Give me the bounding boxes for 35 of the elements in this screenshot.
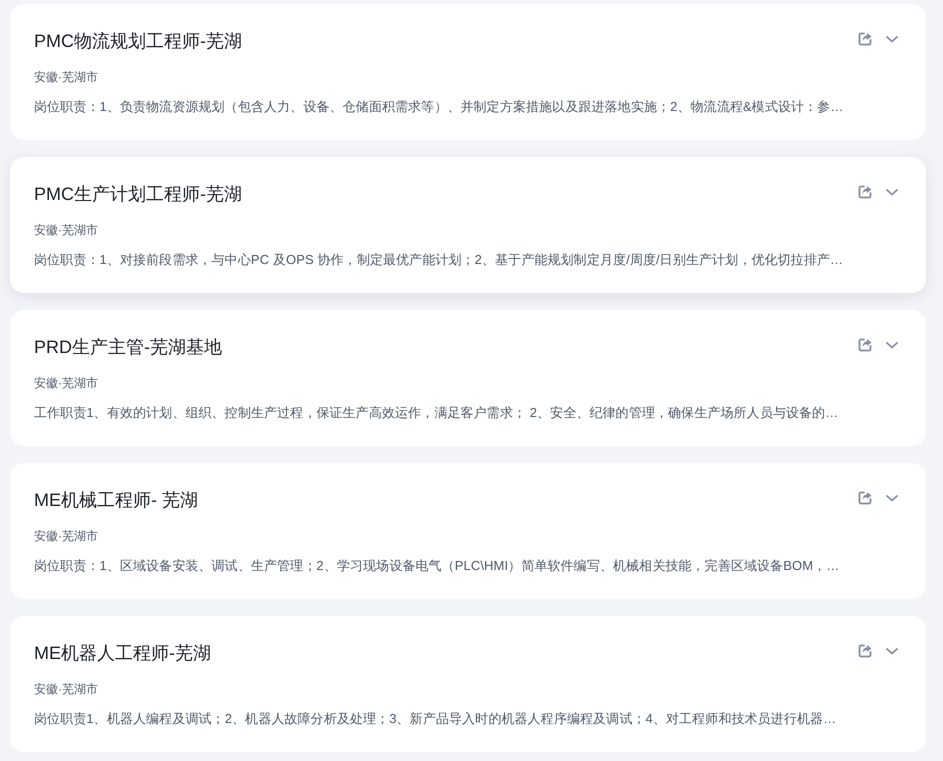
share-button[interactable] — [857, 337, 873, 353]
job-card[interactable]: PMC生产计划工程师-芜湖 安徽·芜湖市 岗位职责：1、对接前段需求，与中心PC 及OPS 协作，制定最优产能计划；2、基于产能规划制定月度/周度/日别生产计划，优化切拉排产… — [10, 157, 926, 293]
chevron-down-icon — [886, 188, 898, 196]
share-icon — [858, 32, 872, 46]
share-button[interactable] — [857, 184, 873, 200]
job-description: 岗位职责1、机器人编程及调试；2、机器人故障分析及处理；3、新产品导入时的机器人程序编程及调试；4、对工程师和技术员进行机器… — [34, 710, 836, 728]
job-card[interactable]: ME机器人工程师-芜湖 安徽·芜湖市 岗位职责1、机器人编程及调试；2、机器人故障分析及处理；3、新产品导入时的机器人程序编程及调试；4、对工程师和技术员进行机器… — [10, 616, 926, 752]
job-description: 岗位职责：1、负责物流资源规划（包含人力、设备、仓储面积需求等）、并制定方案措施以及跟进落地实施；2、物流流程&模式设计：参… — [34, 98, 844, 116]
share-button[interactable] — [857, 31, 873, 47]
job-location: 安徽·芜湖市 — [34, 528, 98, 545]
share-icon — [858, 338, 872, 352]
chevron-down-icon — [886, 36, 898, 42]
job-description: 岗位职责：1、对接前段需求，与中心PC 及OPS 协作，制定最优产能计划；2、基于产能规划制定月度/周度/日别生产计划，优化切拉排产… — [34, 251, 844, 269]
job-location: 安徽·芜湖市 — [34, 681, 98, 698]
job-description: 工作职责1、有效的计划、组织、控制生产过程，保证生产高效运作，满足客户需求； 2、安全、纪律的管理，确保生产场所人员与设备的… — [34, 404, 838, 422]
job-location: 安徽·芜湖市 — [34, 375, 98, 392]
share-button[interactable] — [857, 490, 873, 506]
chevron-down-icon — [886, 494, 898, 502]
job-title: PMC物流规划工程师-芜湖 — [34, 30, 242, 53]
share-icon — [858, 491, 872, 505]
job-location: 安徽·芜湖市 — [34, 222, 98, 239]
job-title: ME机器人工程师-芜湖 — [34, 642, 211, 665]
job-card[interactable]: PRD生产主管-芜湖基地 安徽·芜湖市 工作职责1、有效的计划、组织、控制生产过程，保证生产高效运作，满足客户需求； 2、安全、纪律的管理，确保生产场所人员与设备的… — [10, 310, 926, 446]
job-card[interactable]: PMC物流规划工程师-芜湖 安徽·芜湖市 岗位职责：1、负责物流资源规划（包含人力、设备、仓储面积需求等）、并制定方案措施以及跟进落地实施；2、物流流程&模式设计：参… — [10, 4, 926, 140]
job-location: 安徽·芜湖市 — [34, 69, 98, 86]
share-button[interactable] — [857, 643, 873, 659]
chevron-down-icon — [886, 342, 898, 348]
share-icon — [858, 185, 872, 199]
job-title: PMC生产计划工程师-芜湖 — [34, 183, 242, 206]
chevron-down-icon — [886, 648, 898, 654]
share-icon — [858, 644, 872, 658]
job-title: ME机械工程师- 芜湖 — [34, 489, 198, 512]
job-card[interactable]: ME机械工程师- 芜湖 安徽·芜湖市 岗位职责：1、区域设备安装、调试、生产管理；2、学习现场设备电气（PLC\HMI）简单软件编写、机械相关技能，完善区域设备BOM，… — [10, 463, 926, 599]
job-title: PRD生产主管-芜湖基地 — [34, 336, 222, 359]
job-description: 岗位职责：1、区域设备安装、调试、生产管理；2、学习现场设备电气（PLC\HMI）简单软件编写、机械相关技能，完善区域设备BOM，… — [34, 557, 840, 575]
